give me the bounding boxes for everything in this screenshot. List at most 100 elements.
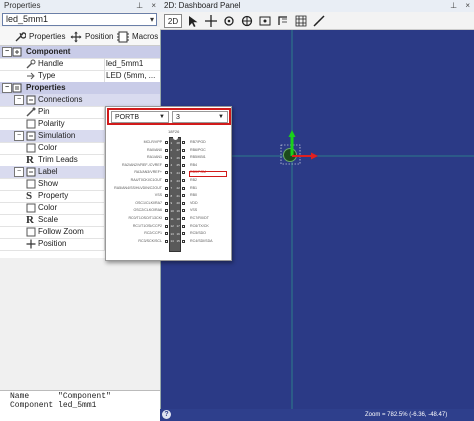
chip-pin-number: 17 [176, 224, 180, 229]
chip-pin-label-right[interactable]: RC6/TX/CK [190, 224, 209, 228]
macros-tab-button[interactable]: Macros [117, 29, 158, 44]
chip-pin-label-left[interactable]: RC3/SCK/SCL [138, 239, 162, 243]
properties-tab-button[interactable]: Properties [14, 29, 65, 44]
close-icon[interactable]: × [151, 1, 156, 10]
chip-pin-left[interactable] [165, 239, 168, 243]
chip-pin-left[interactable] [165, 171, 168, 175]
row-label: Pin [38, 107, 50, 116]
chip-pin-right[interactable] [182, 224, 185, 228]
chip-pin-label-left[interactable]: VSS [155, 193, 162, 197]
chip-pin-label-left[interactable]: RA1/AN1 [147, 155, 162, 159]
row-label: Follow Zoom [38, 227, 84, 236]
chip-pin-left[interactable] [165, 156, 168, 160]
chip-pin-number: 2 [170, 148, 173, 153]
chevron-down-icon[interactable]: ▾ [150, 14, 154, 25]
chip-pin-left[interactable] [165, 232, 168, 236]
dashboard-title-bar: 2D: Dashboard Panel ⊥ × [160, 0, 474, 12]
chip-pin-number: 6 [170, 178, 173, 183]
rotate-icon[interactable] [222, 14, 236, 28]
chip-pin-left[interactable] [165, 148, 168, 152]
collapse-icon[interactable]: − [14, 167, 24, 177]
position-tab-button[interactable]: Position [70, 29, 113, 44]
collapse-icon[interactable]: − [14, 95, 24, 105]
chip-pin-number: 19 [176, 208, 180, 213]
desc-key: Component [10, 401, 54, 410]
port-dropdown[interactable]: PORTB ▼ [111, 111, 169, 123]
chip-pin-right[interactable] [182, 232, 185, 236]
chip-pin-label-left[interactable]: RC1/T1OSI/CCP2 [133, 224, 162, 228]
pin-icon[interactable]: ⊥ [450, 1, 457, 10]
grid-icon[interactable] [294, 14, 308, 28]
chip-pin-label-right[interactable]: RB0 [190, 193, 197, 197]
chip-pin-label-left[interactable]: RA2/AN2/VREF-/CVREF [122, 163, 162, 167]
chip-pin-label-right[interactable]: VDD [190, 201, 198, 205]
chip-pin-label-right[interactable]: RC4/SDI/SDA [190, 239, 213, 243]
zoom-icon[interactable] [240, 14, 254, 28]
select-pointer-icon[interactable] [186, 14, 200, 28]
chip-pin-left[interactable] [165, 186, 168, 190]
chip-pin-right[interactable] [182, 209, 185, 213]
chip-pin-right[interactable] [182, 239, 185, 243]
chip-pin-left[interactable] [165, 201, 168, 205]
chip-pin-label-right[interactable]: RB6/PGC [190, 148, 206, 152]
chip-pin-right[interactable] [182, 201, 185, 205]
collapse-icon[interactable]: − [14, 131, 24, 141]
chip-pin-left[interactable] [165, 179, 168, 182]
move-arrows-icon [70, 31, 82, 42]
chevron-down-icon[interactable]: ▼ [159, 112, 165, 123]
collapse-icon[interactable]: − [2, 83, 12, 93]
chip-pin-label-left[interactable]: RA5/AN4/SS/HLVDIN/C2OUT [114, 186, 162, 190]
arrow-icon [26, 71, 36, 81]
chip-pin-label-right[interactable]: RB5/KBI1 [190, 155, 206, 159]
chip-pin-right[interactable] [182, 194, 185, 198]
chip-pin-right[interactable] [182, 141, 185, 144]
chip-pin-label-right[interactable]: RB2 [190, 178, 197, 182]
chip-pin-label-right[interactable]: RB1 [190, 186, 197, 190]
chip-pin-right[interactable] [182, 163, 185, 167]
handle-value[interactable]: led_5mm1 [106, 58, 143, 70]
chip-pin-right[interactable] [182, 156, 185, 160]
checkbox-icon [26, 179, 36, 189]
chip-pin-label-left[interactable]: RA4/T0CKI/C1OUT [131, 178, 162, 182]
collapse-icon[interactable]: − [2, 47, 12, 57]
chip-pin-label-left[interactable]: MCLR/VPP [144, 140, 162, 144]
chip-pin-left[interactable] [165, 141, 168, 144]
chip-pin-label-left[interactable]: RC0/T1OSO/T13CKI [128, 216, 162, 220]
chip-pin-right[interactable] [182, 171, 185, 175]
chip-pin-right[interactable] [182, 186, 185, 190]
component-selector[interactable]: led_5mm1 ▾ [2, 13, 157, 26]
properties-icon [12, 83, 22, 93]
fit-view-icon[interactable] [258, 14, 272, 28]
chip-pin-right[interactable] [182, 217, 185, 220]
view-2d-button[interactable]: 2D [164, 14, 182, 28]
pin-dropdown[interactable]: 3 ▼ [172, 111, 228, 123]
chip-pin-label-left[interactable]: RA3/AN3/VREF+ [134, 170, 162, 174]
chip-pin-label-right[interactable]: RC7/RX/DT [190, 216, 209, 220]
measure-icon[interactable] [312, 14, 326, 28]
pin-icon[interactable]: ⊥ [136, 1, 143, 10]
chip-pin-right[interactable] [182, 179, 185, 182]
chip-pin-left[interactable] [165, 217, 168, 220]
chip-pin-label-left[interactable]: RA0/AN0 [147, 148, 162, 152]
chip-pin-label-left[interactable]: OSC1/CLKI/RA7 [135, 201, 162, 205]
chip-pin-right[interactable] [182, 148, 185, 152]
chip-pin-label-left[interactable]: OSC2/CLKO/RA6 [133, 208, 162, 212]
chip-pin-left[interactable] [165, 209, 168, 213]
chip-pin-left[interactable] [165, 224, 168, 228]
chip-pin-number: 24 [176, 170, 180, 175]
chip-pin-left[interactable] [165, 194, 168, 198]
snap-icon[interactable] [276, 14, 290, 28]
chip-pin-number: 28 [176, 140, 180, 145]
chevron-down-icon[interactable]: ▼ [218, 112, 224, 123]
chip-pin-label-right[interactable]: RC5/SDO [190, 231, 206, 235]
help-icon[interactable]: ? [162, 410, 171, 419]
chip-pin-label-right[interactable]: VSS [190, 208, 197, 212]
chip-pin-left[interactable] [165, 163, 168, 167]
close-icon[interactable]: × [465, 1, 470, 10]
move-icon[interactable] [204, 14, 218, 28]
chip-pin-label-left[interactable]: RC2/CCP1 [144, 231, 162, 235]
chip-pin-label-right[interactable]: RB4 [190, 163, 197, 167]
led-component[interactable] [280, 130, 318, 165]
row-label: Handle [38, 59, 64, 68]
chip-pin-label-right[interactable]: RB7/PGD [190, 140, 206, 144]
